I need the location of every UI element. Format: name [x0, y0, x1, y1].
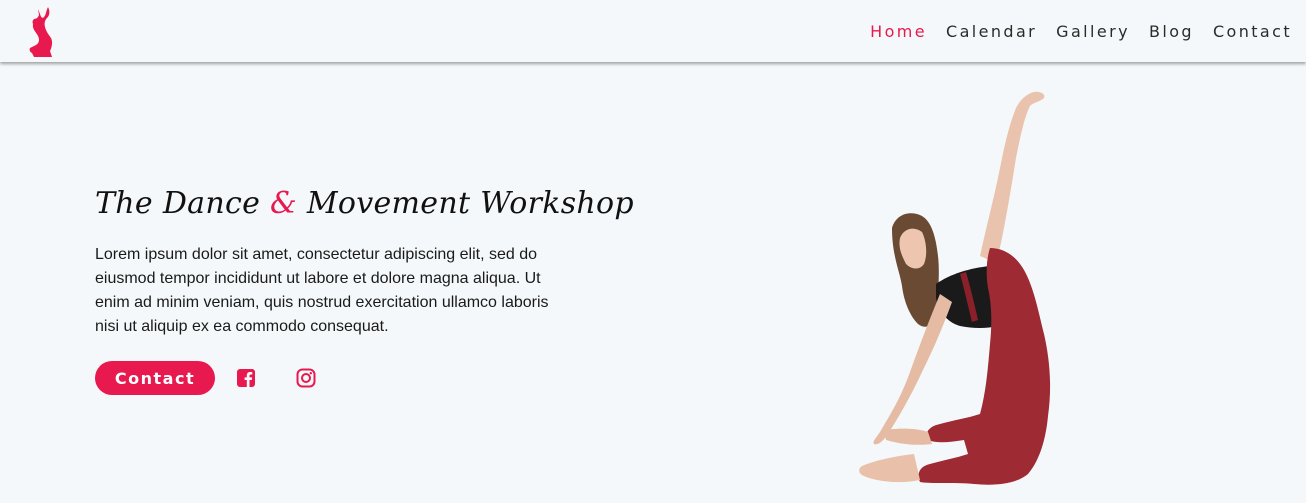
facebook-icon[interactable]: [236, 368, 256, 388]
nav-gallery[interactable]: Gallery: [1056, 22, 1130, 42]
contact-button[interactable]: Contact: [95, 361, 215, 395]
hero-description: Lorem ipsum dolor sit amet, consectetur …: [95, 246, 549, 335]
nav-blog[interactable]: Blog: [1149, 22, 1194, 42]
hero-title-ampersand: &: [269, 186, 297, 221]
dancer-photo: [859, 91, 1051, 485]
instagram-icon[interactable]: [296, 368, 316, 388]
page: Home Calendar Gallery Blog Contact The D…: [0, 0, 1306, 503]
hero-title-part2: Movement Workshop: [297, 186, 634, 221]
main-nav: Home Calendar Gallery Blog Contact: [851, 22, 1292, 42]
nav-contact[interactable]: Contact: [1213, 22, 1292, 42]
hero-title: The Dance & Movement Workshop: [95, 186, 634, 221]
dancer-logo-icon[interactable]: [26, 5, 56, 59]
site-header: Home Calendar Gallery Blog Contact: [0, 0, 1306, 62]
nav-home[interactable]: Home: [870, 22, 927, 42]
hero-title-part1: The Dance: [95, 186, 270, 221]
nav-calendar[interactable]: Calendar: [946, 22, 1037, 42]
